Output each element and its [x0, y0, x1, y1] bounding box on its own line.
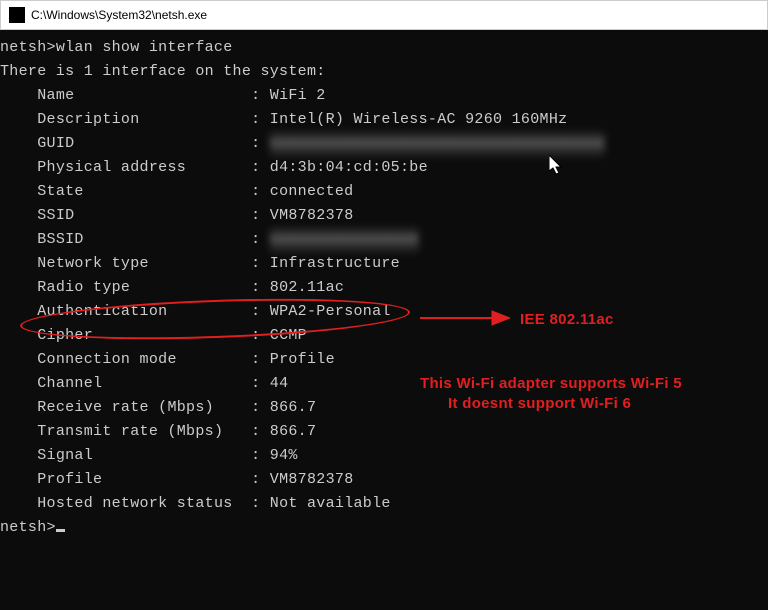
row-radio-type: Radio type : 802.11ac — [0, 276, 768, 300]
row-name: Name : WiFi 2 — [0, 84, 768, 108]
text-caret — [56, 529, 65, 532]
row-state: State : connected — [0, 180, 768, 204]
row-cipher: Cipher : CCMP — [0, 324, 768, 348]
row-network-type: Network type : Infrastructure — [0, 252, 768, 276]
row-physical-address: Physical address : d4:3b:04:cd:05:be — [0, 156, 768, 180]
row-ssid: SSID : VM8782378 — [0, 204, 768, 228]
window-titlebar: C:\Windows\System32\netsh.exe — [0, 0, 768, 30]
interface-header: There is 1 interface on the system: — [0, 60, 768, 84]
window-icon — [9, 7, 25, 23]
row-guid: GUID : xxxxxxxxxxxxxxxxxxxxxxxxxxxxxxxxx… — [0, 132, 768, 156]
row-channel: Channel : 44 — [0, 372, 768, 396]
row-profile: Profile : VM8782378 — [0, 468, 768, 492]
window-title: C:\Windows\System32\netsh.exe — [31, 8, 207, 22]
row-transmit-rate: Transmit rate (Mbps) : 866.7 — [0, 420, 768, 444]
row-bssid: BSSID : xxxxxxxxxxxxxxxx — [0, 228, 768, 252]
row-connection-mode: Connection mode : Profile — [0, 348, 768, 372]
row-hosted-network: Hosted network status : Not available — [0, 492, 768, 516]
prompt-line-2: netsh> — [0, 516, 768, 540]
prompt-line: netsh>wlan show interface — [0, 36, 768, 60]
terminal-output[interactable]: netsh>wlan show interfaceThere is 1 inte… — [0, 30, 768, 610]
row-receive-rate: Receive rate (Mbps) : 866.7 — [0, 396, 768, 420]
row-signal: Signal : 94% — [0, 444, 768, 468]
row-authentication: Authentication : WPA2-Personal — [0, 300, 768, 324]
row-description: Description : Intel(R) Wireless-AC 9260 … — [0, 108, 768, 132]
